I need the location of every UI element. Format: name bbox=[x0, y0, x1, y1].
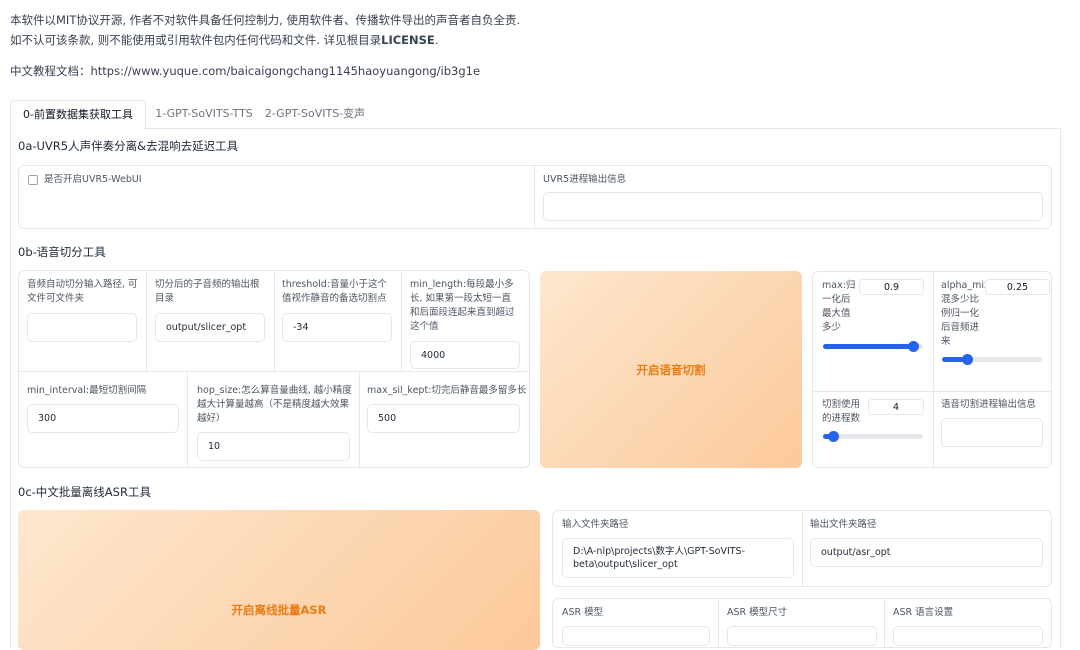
uvr-divider bbox=[534, 166, 535, 228]
tab-tts[interactable]: 1-GPT-SoVITS-TTS bbox=[150, 100, 258, 128]
asr-model-select[interactable] bbox=[562, 626, 710, 646]
slicer-col-divider-2 bbox=[274, 271, 275, 371]
max-label: max:归一化后最大值多少 bbox=[822, 280, 856, 333]
slicer-output-dir-label: 切分后的子音频的输出根目录 bbox=[155, 279, 260, 304]
slicer-col-divider-3 bbox=[401, 271, 402, 371]
slicer-output-info-label: 语音切割进程输出信息 bbox=[941, 399, 1037, 410]
slicer-output-info-box[interactable] bbox=[941, 418, 1043, 447]
hop-size-label: hop_size:怎么算音量曲线, 越小精度越大计算量越高（不是精度越大效果越好… bbox=[197, 385, 352, 424]
asr-output-dir-label: 输出文件夹路径 bbox=[810, 519, 877, 530]
min-length-label: min_length:每段最小多长, 如果第一段太短一直和后面段连起来直到超过这… bbox=[410, 279, 515, 332]
options-col-divider bbox=[933, 272, 934, 467]
asr-language-label: ASR 语言设置 bbox=[893, 607, 954, 618]
slicer-row-divider-right bbox=[401, 371, 529, 372]
uvr-webui-label: 是否开启UVR5-WebUI bbox=[44, 174, 142, 185]
process-count-label: 切割使用的进程数 bbox=[822, 399, 861, 424]
threshold-field[interactable]: -34 bbox=[282, 313, 392, 342]
slicer-row-divider bbox=[19, 371, 401, 372]
slicer-col-divider-5 bbox=[359, 371, 360, 467]
max-slider[interactable] bbox=[823, 341, 923, 352]
asr-section-title: 0c-中文批量离线ASR工具 bbox=[18, 485, 151, 499]
tab-preprocess[interactable]: 0-前置数据集获取工具 bbox=[10, 100, 146, 129]
slicer-input-path-label: 音频自动切分输入路径, 可文件可文件夹 bbox=[27, 279, 138, 304]
license-notice-line-1: 本软件以MIT协议开源, 作者不对软件具备任何控制力, 使用软件者、传播软件导出… bbox=[10, 13, 521, 27]
asr-paths-divider bbox=[802, 511, 803, 586]
process-count-slider[interactable] bbox=[823, 431, 923, 442]
doc-label: 中文教程文档： bbox=[10, 64, 91, 78]
asr-model-size-label: ASR 模型尺寸 bbox=[727, 607, 788, 618]
max-slider-thumb[interactable] bbox=[908, 341, 919, 352]
min-interval-label: min_interval:最短切割间隔 bbox=[27, 385, 147, 396]
tab-voice-change[interactable]: 2-GPT-SoVITS-变声 bbox=[260, 100, 370, 128]
alpha-mix-label: alpha_mix:混多少比例归一化后音频进来 bbox=[941, 280, 993, 347]
asr-model-divider-2 bbox=[884, 599, 885, 647]
slicer-input-path-field[interactable] bbox=[27, 313, 137, 342]
doc-url-link[interactable]: https://www.yuque.com/baicaigongchang114… bbox=[91, 64, 481, 78]
uvr-section-title: 0a-UVR5人声伴奏分离&去混响去延迟工具 bbox=[18, 139, 239, 153]
asr-model-divider-1 bbox=[718, 599, 719, 647]
alpha-mix-slider-thumb[interactable] bbox=[962, 354, 973, 365]
license-notice-line-2: 如不认可该条款, 则不能使用或引用软件包内任何代码和文件. 详见根目录LICEN… bbox=[10, 32, 438, 48]
asr-input-dir-field[interactable]: D:\A-nlp\projects\数字人\GPT-SoVITS-beta\ou… bbox=[562, 538, 794, 578]
max-slider-fill bbox=[823, 344, 913, 349]
slicer-col-divider-4 bbox=[187, 371, 188, 467]
uvr-output-box[interactable] bbox=[543, 192, 1043, 221]
license-notice-bold: LICENSE bbox=[381, 33, 435, 47]
slicer-section-title: 0b-语音切分工具 bbox=[18, 245, 106, 259]
doc-link-line: 中文教程文档：https://www.yuque.com/baicaigongc… bbox=[10, 63, 480, 79]
process-count-slider-thumb[interactable] bbox=[828, 431, 839, 442]
start-asr-button[interactable]: 开启离线批量ASR bbox=[18, 510, 540, 650]
threshold-label: threshold:音量小于这个值视作静音的备选切割点 bbox=[282, 279, 387, 304]
hop-size-field[interactable]: 10 bbox=[197, 432, 350, 461]
slicer-output-dir-field[interactable]: output/slicer_opt bbox=[155, 313, 265, 342]
min-length-field[interactable]: 4000 bbox=[410, 341, 520, 369]
license-notice-text: 如不认可该条款, 则不能使用或引用软件包内任何代码和文件. 详见根目录 bbox=[10, 33, 382, 47]
options-row-divider bbox=[813, 391, 1051, 392]
license-notice-suffix: . bbox=[434, 33, 439, 47]
max-sil-kept-label: max_sil_kept:切完后静音最多留多长 bbox=[367, 385, 527, 396]
min-interval-field[interactable]: 300 bbox=[27, 404, 179, 433]
alpha-mix-number-input[interactable]: 0.25 bbox=[985, 279, 1050, 295]
asr-input-dir-label: 输入文件夹路径 bbox=[562, 519, 629, 530]
asr-language-select[interactable] bbox=[893, 626, 1043, 646]
tab-bar: 0-前置数据集获取工具 1-GPT-SoVITS-TTS 2-GPT-SoVIT… bbox=[10, 100, 1060, 129]
asr-model-size-select[interactable] bbox=[727, 626, 877, 646]
asr-model-label: ASR 模型 bbox=[562, 607, 604, 618]
slicer-col-divider-1 bbox=[146, 271, 147, 371]
uvr-webui-checkbox[interactable] bbox=[28, 175, 38, 185]
asr-output-dir-field[interactable]: output/asr_opt bbox=[810, 538, 1043, 567]
alpha-mix-slider[interactable] bbox=[942, 354, 1042, 365]
process-count-number-input[interactable]: 4 bbox=[868, 399, 924, 415]
max-number-input[interactable]: 0.9 bbox=[859, 279, 924, 295]
max-sil-kept-field[interactable]: 500 bbox=[367, 404, 520, 433]
uvr-output-label: UVR5进程输出信息 bbox=[543, 174, 627, 185]
start-slicing-button[interactable]: 开启语音切割 bbox=[540, 271, 802, 468]
